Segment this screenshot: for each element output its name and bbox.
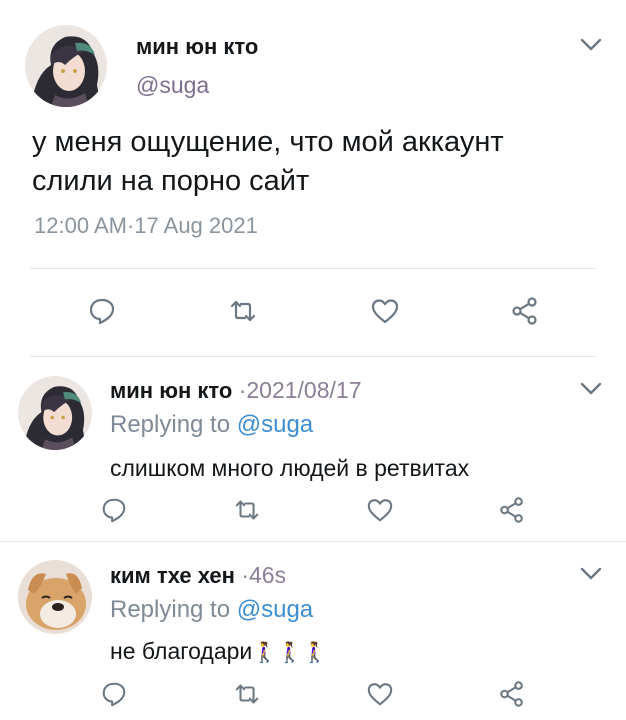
heart-icon[interactable] — [366, 496, 394, 524]
chevron-down-icon[interactable] — [580, 382, 602, 396]
reply-date[interactable]: ·46s — [235, 562, 286, 588]
retweet-icon[interactable] — [233, 680, 261, 708]
reply-text: не благодари🚶‍♀️🚶‍♀️🚶‍♀️ — [110, 638, 327, 665]
handle[interactable]: @suga — [136, 72, 209, 99]
reply-date[interactable]: ·2021/08/17 — [232, 377, 362, 403]
heart-icon[interactable] — [366, 680, 394, 708]
divider — [0, 541, 626, 542]
chevron-down-icon[interactable] — [580, 38, 602, 52]
reply-header: мин юн кто ·2021/08/17 — [110, 377, 362, 404]
timestamp[interactable]: 12:00 AM·17 Aug 2021 — [34, 213, 258, 239]
replying-label: Replying to — [110, 596, 237, 623]
replying-to: Replying to @suga — [110, 596, 313, 624]
emoji-group: 🚶‍♀️🚶‍♀️🚶‍♀️ — [252, 642, 327, 664]
chevron-down-icon[interactable] — [580, 567, 602, 581]
mention-link[interactable]: @suga — [237, 596, 313, 623]
share-icon[interactable] — [510, 296, 540, 326]
reply-icon[interactable] — [100, 496, 128, 524]
avatar[interactable] — [18, 560, 92, 634]
retweet-icon[interactable] — [233, 496, 261, 524]
reply-icon[interactable] — [87, 296, 117, 326]
replying-label: Replying to — [110, 411, 237, 438]
reply-text-words: не благодари — [110, 638, 253, 664]
divider — [30, 356, 596, 357]
avatar[interactable] — [18, 376, 92, 450]
display-name[interactable]: мин юн кто — [136, 34, 258, 60]
reply-text: слишком много людей в ретвитах — [110, 455, 470, 481]
reply-header: ким тхе хен ·46s — [110, 562, 286, 589]
mention-link[interactable]: @suga — [237, 411, 313, 438]
avatar[interactable] — [25, 25, 107, 107]
display-name[interactable]: мин юн кто — [110, 378, 232, 403]
heart-icon[interactable] — [370, 296, 400, 326]
divider — [30, 268, 596, 269]
share-icon[interactable] — [498, 680, 526, 708]
replying-to: Replying to @suga — [110, 411, 313, 439]
retweet-icon[interactable] — [228, 296, 258, 326]
tweet-text-line-1: у меня ощущение, что мой аккаунт — [32, 126, 504, 158]
display-name[interactable]: ким тхе хен — [110, 563, 235, 588]
reply-icon[interactable] — [100, 680, 128, 708]
tweet-text-line-2: слили на порно сайт — [32, 165, 310, 197]
share-icon[interactable] — [498, 496, 526, 524]
